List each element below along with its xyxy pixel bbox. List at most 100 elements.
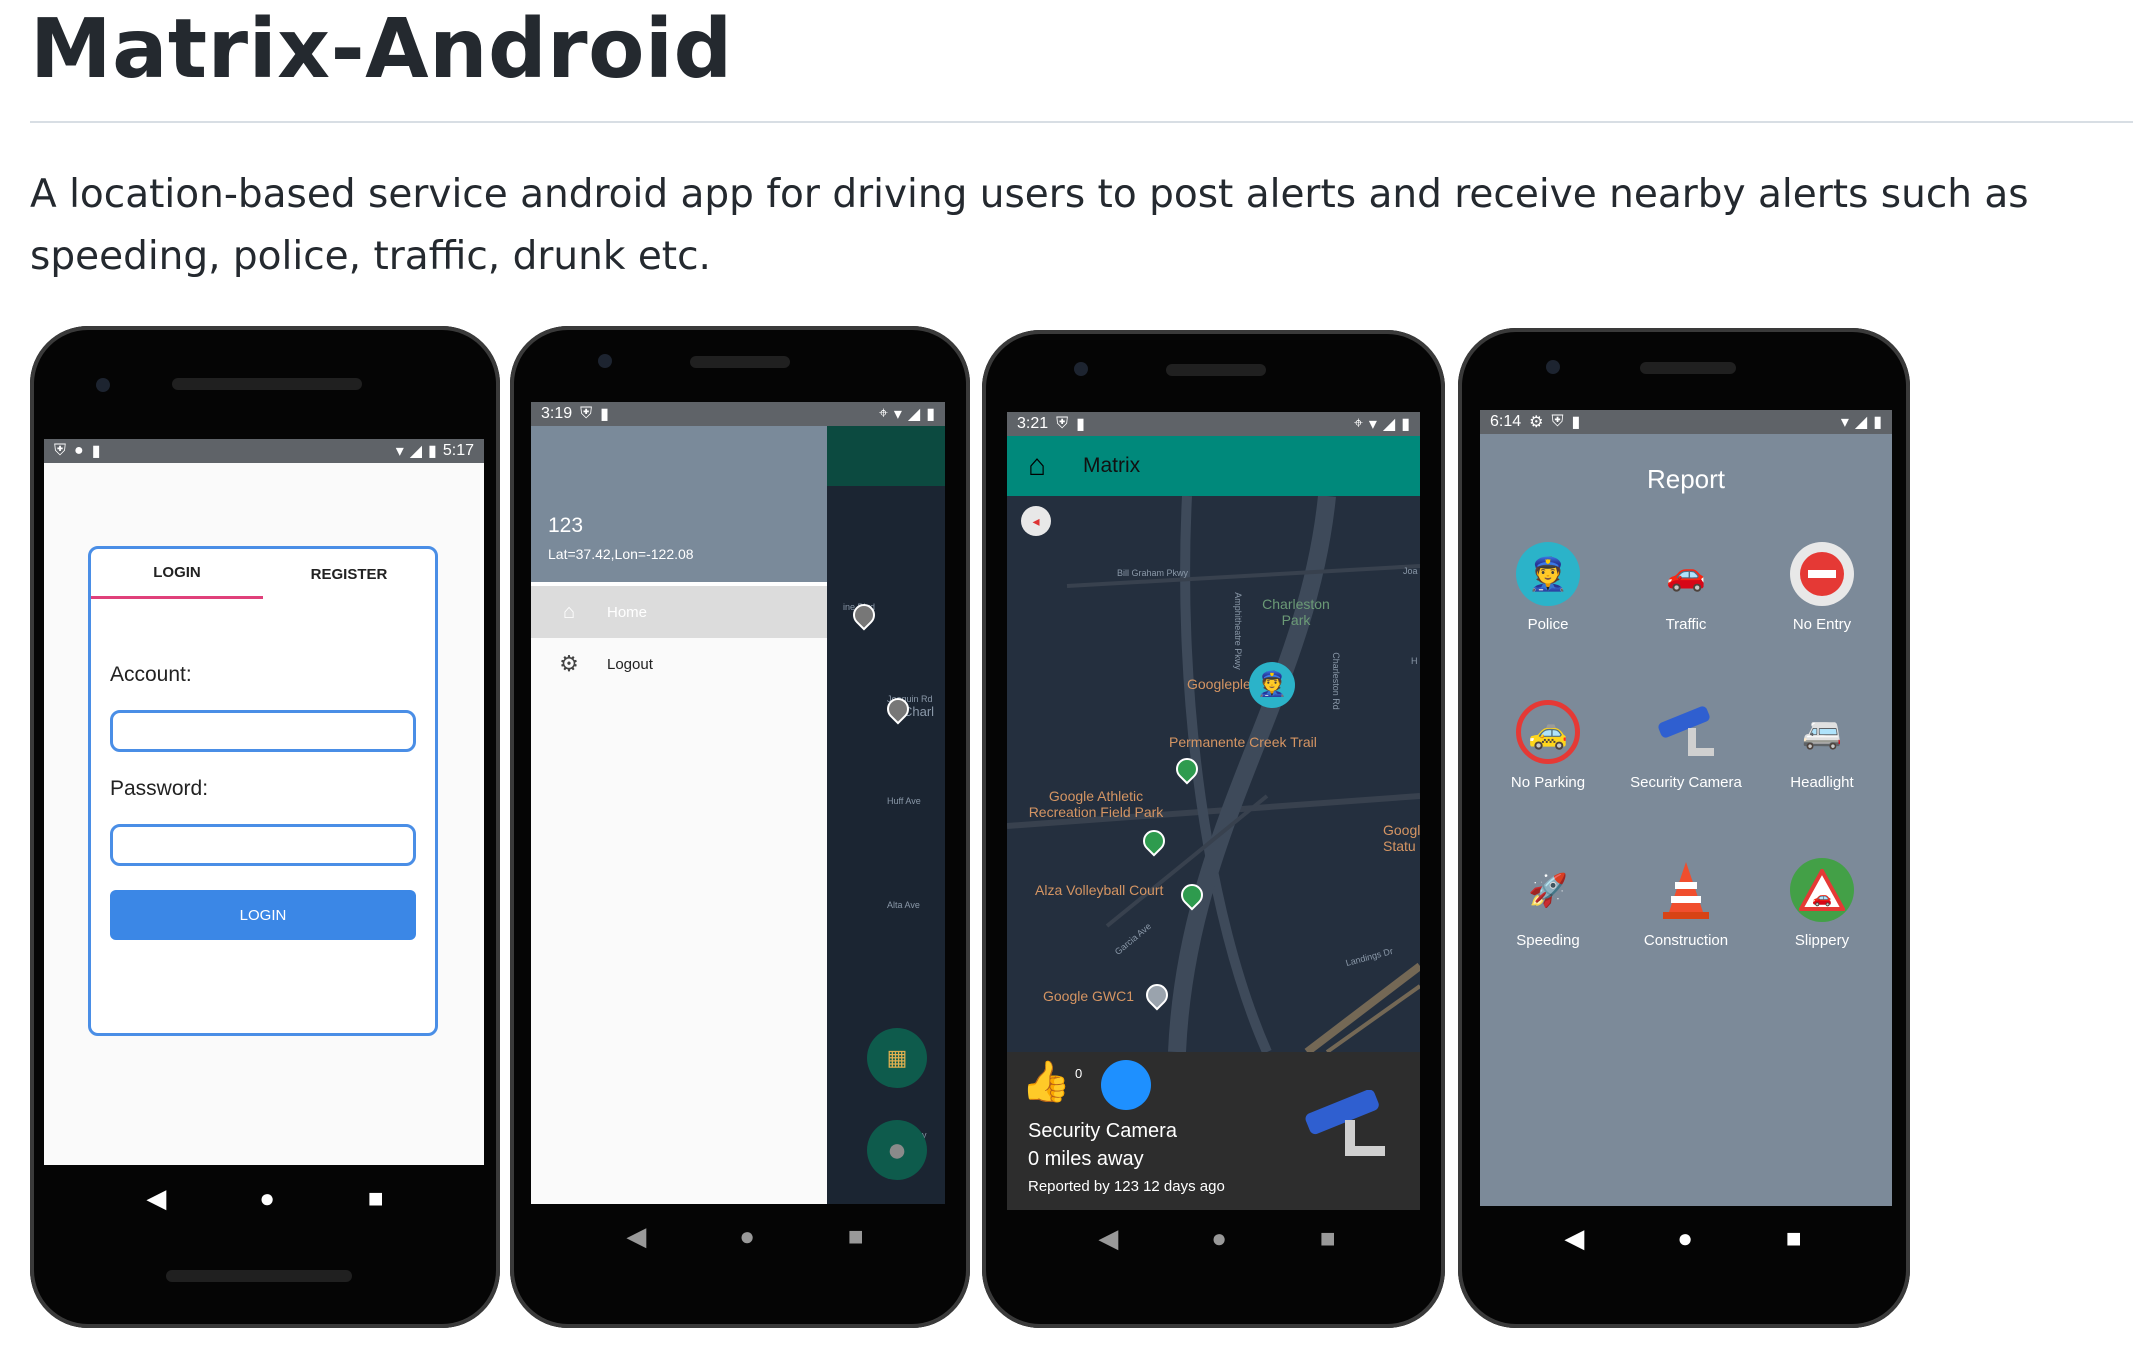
report-item-no-parking[interactable]: 🚕 No Parking	[1480, 700, 1616, 791]
compass-icon[interactable]: ◂	[1021, 506, 1051, 536]
front-camera	[598, 354, 612, 368]
alert-title: Security Camera	[1028, 1120, 1177, 1142]
security-camera-icon	[1305, 1090, 1385, 1156]
phone-login: ⛨ ● ▮ ▾ ◢ ▮ 5:17 LOGIN REGISTER Account:…	[30, 326, 500, 1328]
road-label: Amphitheatre Pkwy	[1232, 592, 1243, 670]
home-nav-icon[interactable]: ●	[739, 1221, 755, 1252]
tab-login[interactable]: LOGIN	[91, 549, 263, 599]
navigation-drawer: 123 Lat=37.42,Lon=-122.08 ⌂ Home ⚙ Logou…	[531, 426, 827, 1204]
nav-bar: ◀ ● ■	[1518, 1218, 1848, 1258]
report-item-speeding[interactable]: 🚀 Speeding	[1480, 858, 1616, 949]
shield-icon: ⛨	[54, 442, 67, 459]
wifi-icon: ▾	[893, 406, 902, 423]
map-roads	[1007, 496, 1420, 1052]
report-item-slippery[interactable]: 🚗 Slippery	[1754, 858, 1890, 949]
bottom-speaker	[166, 1270, 352, 1282]
report-item-headlight[interactable]: 🚐 Headlight	[1754, 700, 1890, 791]
drawer-item-logout[interactable]: ⚙ Logout	[531, 638, 827, 690]
report-item-label: Construction	[1643, 932, 1729, 949]
shield-icon: ⛨	[580, 405, 593, 422]
drawer-item-home[interactable]: ⌂ Home	[531, 586, 827, 638]
back-icon[interactable]: ◀	[1564, 1223, 1584, 1254]
nav-bar: ◀ ● ■	[100, 1178, 430, 1218]
like-count: 0	[1075, 1066, 1083, 1081]
login-button[interactable]: LOGIN	[110, 890, 416, 940]
earpiece-speaker	[1640, 362, 1736, 374]
security-camera-icon	[1654, 700, 1718, 764]
map-label-googleplex: Googleplex	[1187, 676, 1258, 692]
shield-icon: ⛨	[1551, 413, 1564, 430]
signal-icon: ◢	[907, 406, 921, 423]
front-camera	[1074, 362, 1088, 376]
recents-icon[interactable]: ■	[1320, 1223, 1336, 1254]
drawer-item-label: Logout	[607, 655, 653, 673]
sd-card-icon: ▮	[600, 406, 609, 423]
shield-icon: ⛨	[1056, 415, 1069, 432]
password-field[interactable]	[110, 824, 416, 866]
thumbs-up-icon[interactable]: 👍	[1021, 1058, 1071, 1105]
home-icon: ⌂	[562, 600, 576, 623]
drawer-header: 123 Lat=37.42,Lon=-122.08	[531, 426, 827, 582]
recents-icon[interactable]: ■	[1786, 1223, 1802, 1254]
title-divider	[30, 121, 2133, 123]
home-icon[interactable]: ⌂	[1007, 449, 1067, 483]
map-appbar-behind	[827, 426, 945, 486]
report-item-traffic[interactable]: 🚗 Traffic	[1618, 542, 1754, 633]
map-label-statue: Googl Statu	[1383, 822, 1420, 854]
alert-info-panel: 👍 0 Security Camera 0 miles away Reporte…	[1007, 1052, 1420, 1210]
tab-register[interactable]: REGISTER	[263, 549, 435, 599]
alert-distance: 0 miles away	[1028, 1148, 1144, 1170]
report-fab[interactable]: ▦	[867, 1028, 927, 1088]
report-item-construction[interactable]: Construction	[1618, 858, 1754, 949]
status-bar: ⛨ ● ▮ ▾ ◢ ▮ 5:17	[44, 439, 484, 463]
clock: 3:19	[541, 405, 573, 422]
svg-text:🚗: 🚗	[1812, 890, 1832, 907]
phone-map: 3:21 ⛨ ▮ ⌖ ▾ ◢ ▮ ⌂ Matrix ◂ Charleston P…	[982, 330, 1445, 1328]
wifi-icon: ▾	[1840, 414, 1849, 431]
clock: 6:14	[1490, 413, 1522, 430]
status-bar: 3:19 ⛨ ▮ ⌖ ▾ ◢ ▮	[531, 402, 945, 426]
front-camera	[1546, 360, 1560, 374]
report-item-label: Headlight	[1790, 774, 1854, 791]
report-screen: 6:14 ⚙ ⛨ ▮ ▾ ◢ ▮ Report 👮 Police 🚗 Traff…	[1480, 410, 1892, 1206]
account-field[interactable]	[110, 710, 416, 752]
report-item-label: No Parking	[1510, 774, 1586, 791]
report-item-no-entry[interactable]: No Entry	[1754, 542, 1890, 633]
drawer-coordinates: Lat=37.42,Lon=-122.08	[548, 546, 694, 562]
home-nav-icon[interactable]: ●	[1211, 1223, 1227, 1254]
sd-card-icon: ▮	[1076, 416, 1085, 433]
report-item-label: Security Camera	[1630, 774, 1742, 791]
earpiece-speaker	[690, 356, 790, 368]
slippery-icon: 🚗	[1790, 858, 1854, 922]
signal-icon: ◢	[1382, 416, 1396, 433]
comment-icon[interactable]	[1101, 1060, 1151, 1110]
home-nav-icon[interactable]: ●	[259, 1183, 275, 1214]
report-item-security-camera[interactable]: Security Camera	[1618, 700, 1754, 791]
report-panel: Report 👮 Police 🚗 Traffic No Entry 🚕 No …	[1480, 434, 1892, 1206]
back-icon[interactable]: ◀	[146, 1183, 166, 1214]
map-view[interactable]: ◂ Charleston Park Googleplex Permanente …	[1007, 496, 1420, 1052]
phone-drawer: 3:19 ⛨ ▮ ⌖ ▾ ◢ ▮ ine Blvd Charl Joaquin …	[510, 326, 970, 1328]
report-item-police[interactable]: 👮 Police	[1480, 542, 1616, 633]
battery-icon: ▮	[1401, 416, 1410, 433]
road-label: Charleston Rd	[1330, 652, 1341, 710]
police-marker-icon[interactable]: 👮	[1249, 662, 1295, 708]
map-icon: ▦	[886, 1045, 908, 1070]
report-item-label: Slippery	[1794, 932, 1850, 949]
login-screen: ⛨ ● ▮ ▾ ◢ ▮ 5:17 LOGIN REGISTER Account:…	[44, 439, 484, 1165]
sd-card-icon: ▮	[1571, 414, 1581, 431]
construction-icon	[1654, 858, 1718, 922]
back-icon[interactable]: ◀	[1098, 1223, 1118, 1254]
status-bar: 3:21 ⛨ ▮ ⌖ ▾ ◢ ▮	[1007, 412, 1420, 436]
back-icon[interactable]: ◀	[626, 1221, 646, 1252]
no-parking-icon: 🚕	[1516, 700, 1580, 764]
target-icon: ●	[886, 1131, 908, 1169]
recents-icon[interactable]: ■	[848, 1221, 864, 1252]
locate-fab[interactable]: ●	[867, 1120, 927, 1180]
drawer-item-label: Home	[607, 603, 648, 621]
account-label: Account:	[110, 663, 192, 686]
recents-icon[interactable]: ■	[368, 1183, 384, 1214]
battery-icon: ▮	[926, 406, 935, 423]
home-nav-icon[interactable]: ●	[1677, 1223, 1693, 1254]
clock: 5:17	[442, 442, 474, 459]
